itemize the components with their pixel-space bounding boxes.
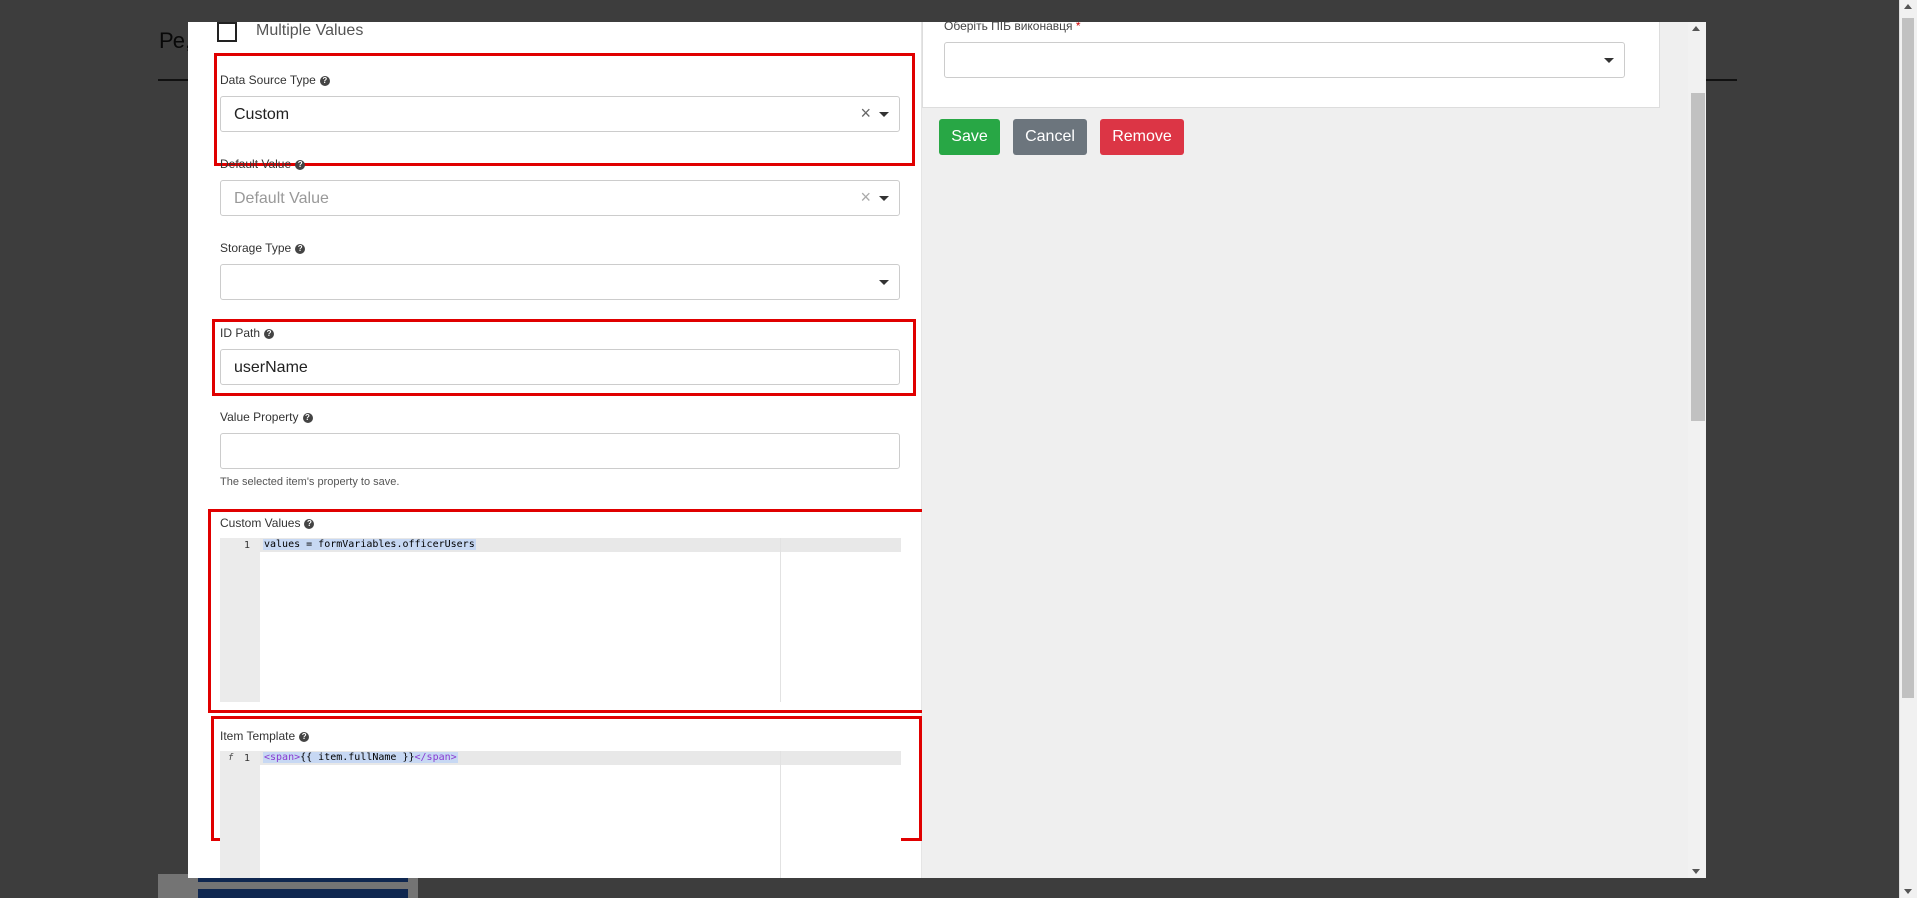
multiple-values-label: Multiple Values [256,22,364,39]
item-template-label: Item Template? [220,729,310,743]
help-icon[interactable]: ? [304,518,315,529]
preview-card: Оберіть ПІБ виконавця * [922,22,1660,108]
default-value-placeholder: Default Value [234,190,329,207]
modal-scrollbar[interactable] [1688,22,1706,878]
component-edit-modal: Multiple Values Data Source Type? Custom… [188,22,1706,878]
help-icon[interactable]: ? [319,75,330,86]
chevron-down-icon[interactable] [879,280,889,285]
item-template-code-editor[interactable]: f 1 <span>{{ item.fullName }}</span> [220,751,901,878]
value-property-label: Value Property? [220,410,313,424]
required-marker: * [1075,22,1081,33]
custom-values-label: Custom Values? [220,516,315,530]
chevron-down-icon[interactable] [879,196,889,201]
scrollbar-thumb[interactable] [1902,18,1914,698]
default-value-label: Default Value? [220,157,306,171]
id-path-value: userName [234,359,308,376]
code-line-text: values = formVariables.officerUsers [263,539,476,550]
scroll-down-icon[interactable] [1692,869,1700,874]
multiple-values-checkbox[interactable] [217,22,237,42]
custom-values-code-editor[interactable]: 1 values = formVariables.officerUsers [220,538,901,702]
preview-field-label: Оберіть ПІБ виконавця * [944,22,1081,33]
scrollbar-thumb[interactable] [1691,93,1705,421]
data-source-type-value: Custom [234,106,290,123]
help-icon[interactable]: ? [295,243,306,254]
clear-icon[interactable]: × [860,103,871,124]
line-number: 1 [243,753,250,764]
default-value-select[interactable]: Default Value × [220,180,900,216]
chevron-down-icon[interactable] [879,112,889,117]
value-property-input[interactable] [220,433,900,469]
data-source-type-label: Data Source Type? [220,73,330,87]
help-icon[interactable]: ? [295,159,306,170]
settings-form: Multiple Values Data Source Type? Custom… [188,22,925,878]
remove-button[interactable]: Remove [1100,119,1184,155]
scroll-up-icon[interactable] [1692,26,1700,31]
line-gutter: 1 [220,538,260,702]
value-property-help-text: The selected item's property to save. [220,476,400,488]
print-margin [780,538,781,702]
preview-panel: Оберіть ПІБ виконавця * Save Cancel Remo… [922,22,1688,878]
storage-type-select[interactable] [220,264,900,300]
help-icon[interactable]: ? [299,731,310,742]
executor-select[interactable] [944,42,1625,78]
id-path-label: ID Path? [220,326,275,340]
cancel-button[interactable]: Cancel [1013,119,1087,155]
line-gutter: f 1 [220,751,260,878]
window-scrollbar[interactable] [1899,0,1917,898]
line-number: 1 [243,540,250,551]
code-line-text: <span>{{ item.fullName }}</span> [263,752,458,763]
data-source-type-select[interactable]: Custom × [220,96,900,132]
scroll-up-icon[interactable] [1904,4,1912,9]
save-button[interactable]: Save [939,119,1000,155]
print-margin [780,751,781,878]
help-icon[interactable]: ? [302,412,313,423]
storage-type-label: Storage Type? [220,241,306,255]
scroll-down-icon[interactable] [1904,889,1912,894]
chevron-down-icon[interactable] [1604,58,1614,63]
clear-icon[interactable]: × [860,187,871,208]
help-icon[interactable]: ? [264,328,275,339]
id-path-input[interactable]: userName [220,349,900,385]
